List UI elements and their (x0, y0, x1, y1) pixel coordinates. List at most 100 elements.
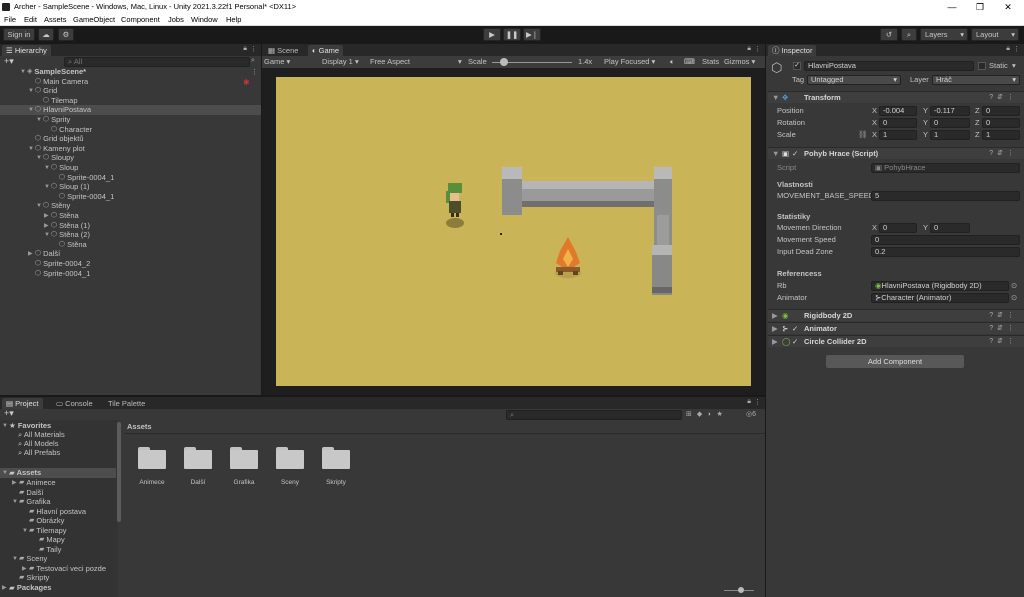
layout-dropdown[interactable]: Layout ▾ (971, 28, 1019, 41)
project-folder-item[interactable]: ▰ Skripty (0, 573, 49, 583)
object-picker-icon[interactable]: ⊙ (1011, 281, 1017, 291)
packages-folder[interactable]: ▶ ▰ Packages (2, 583, 51, 593)
cloud-icon[interactable]: ☁ (38, 28, 54, 41)
asset-folder-icon[interactable] (184, 447, 212, 469)
rotation-z-field[interactable]: 0 (982, 118, 1020, 128)
play-button[interactable]: ▶ (483, 28, 501, 41)
favorite-item[interactable]: ⌕ All Prefabs (18, 448, 60, 458)
collapse-arrow-icon[interactable]: ▼ (36, 153, 43, 163)
collapse-arrow-icon[interactable]: ▼ (36, 201, 43, 211)
collab-icon[interactable]: ⚙ (58, 28, 74, 41)
hierarchy-item[interactable]: ▼⬡ Grid (0, 86, 261, 96)
expand-arrow-icon[interactable]: ▶ (28, 249, 35, 259)
hierarchy-item[interactable]: ▼⬡ Stěny (0, 201, 261, 211)
hierarchy-item[interactable]: ▼⬡ Sprity (0, 115, 261, 125)
component-menu-icons[interactable]: ?⇵⋮ (989, 336, 1018, 348)
minimize-button[interactable]: — (938, 0, 966, 14)
hierarchy-item[interactable]: ▼⬡ Stěna (2) (0, 230, 261, 240)
object-picker-icon[interactable]: ⊙ (1011, 293, 1017, 303)
hierarchy-item[interactable]: ⬡ Sprite-0004_2 (0, 259, 261, 269)
menu-gameobject[interactable]: GameObject (73, 14, 115, 26)
script-enabled-checkbox[interactable]: ✓ (792, 148, 798, 160)
collider-enabled-checkbox[interactable]: ✓ (792, 336, 798, 348)
menu-edit[interactable]: Edit (24, 14, 37, 26)
hierarchy-item[interactable]: ▼⬡ Sloup (0, 163, 261, 173)
hierarchy-item[interactable]: ▼⬡ Sloup (1) (0, 182, 261, 192)
hierarchy-item[interactable]: ⬡ Stěna (0, 240, 261, 250)
menu-component[interactable]: Component (121, 14, 160, 26)
kebab-menu-icon[interactable]: ⋮ (250, 45, 257, 53)
menu-window[interactable]: Window (191, 14, 218, 26)
collapse-arrow-icon[interactable]: ▼ (20, 67, 27, 77)
direction-x-field[interactable]: 0 (879, 223, 917, 233)
shortcuts-icon[interactable]: ⌨ (684, 57, 695, 67)
scale-z-field[interactable]: 1 (982, 130, 1020, 140)
input-dead-zone-field[interactable]: 0.2 (871, 247, 1020, 257)
menu-assets[interactable]: Assets (44, 14, 67, 26)
tab-console[interactable]: ▭ Console (52, 398, 97, 409)
position-y-field[interactable]: -0.117 (930, 106, 970, 116)
link-icon[interactable]: ⛓ (858, 130, 868, 140)
project-folder-item[interactable]: ▰ Mapy (0, 535, 65, 545)
lock-icon[interactable]: 🔒︎ (747, 45, 751, 53)
direction-y-field[interactable]: 0 (930, 223, 970, 233)
display-dropdown[interactable]: Display 1 ▾ (322, 57, 359, 67)
animator-ref-field[interactable]: ⊱Character (Animator) (871, 293, 1009, 303)
movement-base-speed-field[interactable]: 5 (871, 191, 1020, 201)
assets-folder-root[interactable]: ▼▰ Assets (0, 468, 116, 478)
asset-folder-icon[interactable] (276, 447, 304, 469)
tree-scrollbar[interactable] (117, 422, 121, 522)
icon-size-thumb[interactable] (738, 587, 744, 593)
step-button[interactable]: ▶❘ (523, 28, 541, 41)
project-folder-item[interactable]: ▰ Hlavní postava (0, 507, 86, 517)
hierarchy-item[interactable]: ⬡ Main Camera (0, 77, 261, 87)
pause-button[interactable]: ❚❚ (503, 28, 521, 41)
project-search-input[interactable]: ⌕ (506, 410, 682, 420)
aspect-chevron-icon[interactable]: ▾ (458, 57, 462, 67)
circle-collider-header[interactable]: ▶ ◯ ✓ Circle Collider 2D ?⇵⋮ (768, 335, 1024, 347)
project-folder-item[interactable]: ▼▰ Sceny (0, 554, 47, 564)
hierarchy-item[interactable]: ⬡ Sprite-0004_1 (0, 269, 261, 279)
tag-dropdown[interactable]: Untagged ▾ (807, 75, 901, 85)
collapse-arrow-icon[interactable]: ▼ (28, 105, 35, 115)
hierarchy-item[interactable]: ▼⬡ HlavniPostava (0, 105, 261, 116)
scale-x-field[interactable]: 1 (879, 130, 917, 140)
position-x-field[interactable]: -0.004 (879, 106, 917, 116)
create-asset-icon[interactable]: +▾ (4, 408, 14, 419)
asset-folder-icon[interactable] (322, 447, 350, 469)
search-icon[interactable]: ⌕ (901, 28, 917, 41)
scale-slider-thumb[interactable] (500, 58, 508, 66)
hierarchy-item[interactable]: ▶ ⬡ Další (0, 249, 261, 259)
add-object-icon[interactable]: +▾ (4, 56, 14, 67)
layers-dropdown[interactable]: Layers ▾ (920, 28, 968, 41)
collapse-arrow-icon[interactable]: ▼ (28, 86, 35, 96)
signin-button[interactable]: Sign in (3, 28, 35, 41)
search-filter-icon[interactable]: ⌕ (251, 57, 255, 65)
tab-game[interactable]: ◐ Game (308, 45, 344, 56)
hierarchy-item[interactable]: ⬡ Character (0, 125, 261, 135)
expand-arrow-icon[interactable]: ▶ (44, 211, 51, 221)
hierarchy-item[interactable]: ⬡ Sprite-0004_1 (0, 192, 261, 202)
history-icon[interactable]: ↺ (880, 28, 898, 41)
scale-y-field[interactable]: 1 (930, 130, 970, 140)
add-component-button[interactable]: Add Component (826, 355, 964, 368)
kebab-menu-icon[interactable]: ⋮ (754, 45, 761, 53)
hierarchy-item[interactable]: ⬡ Sprite-0004_1 (0, 173, 261, 183)
hierarchy-item[interactable]: ⬡ Grid objektů (0, 134, 261, 144)
lock-icon[interactable]: 🔒︎ (747, 398, 751, 406)
component-menu-icons[interactable]: ?⇵⋮ (989, 92, 1018, 104)
kebab-menu-icon[interactable]: ⋮ (1013, 45, 1020, 53)
asset-folder-icon[interactable] (230, 447, 258, 469)
tab-tile-palette[interactable]: Tile Palette (104, 398, 149, 409)
gizmos-dropdown[interactable]: Gizmos ▾ (724, 57, 755, 67)
component-menu-icons[interactable]: ?⇵⋮ (989, 323, 1018, 335)
static-chevron-icon[interactable]: ▾ (1012, 61, 1016, 71)
animator-enabled-checkbox[interactable]: ✓ (792, 323, 798, 335)
script-component-header[interactable]: ▼ ▣ ✓ Pohyb Hrace (Script) ?⇵⋮ (768, 147, 1024, 159)
kebab-menu-icon[interactable]: ⋮ (754, 398, 761, 406)
hierarchy-item[interactable]: ⬡ Tilemap (0, 96, 261, 106)
hierarchy-item[interactable]: ▼⬡ Sloupy (0, 153, 261, 163)
stats-button[interactable]: Stats (702, 57, 719, 67)
project-folder-item[interactable]: ▰ Obrázky (0, 516, 64, 526)
collapse-arrow-icon[interactable]: ▼ (44, 163, 51, 173)
